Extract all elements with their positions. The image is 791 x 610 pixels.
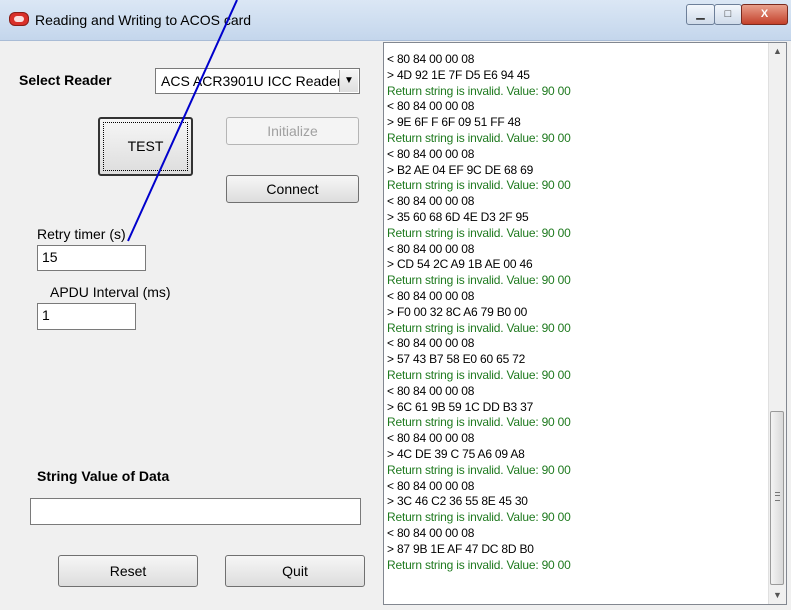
log-response-line: > 9E 6F F 6F 09 51 FF 48	[387, 115, 521, 130]
log-response-line: > F0 00 32 8C A6 79 B0 00	[387, 304, 528, 319]
log-command-line: < 80 84 00 00 08	[387, 383, 475, 398]
log-response-line: > CD 54 2C A9 1B AE 00 46	[387, 257, 533, 272]
quit-button[interactable]: Quit	[225, 555, 365, 587]
log-command-line: < 80 84 00 00 08	[387, 99, 475, 114]
maximize-button[interactable]: □	[714, 4, 742, 25]
dropdown-arrow-icon[interactable]: ▼	[339, 70, 358, 92]
log-command-line: < 80 84 00 00 08	[387, 146, 475, 161]
initialize-button[interactable]: Initialize	[226, 117, 359, 145]
log-response-line: > B2 AE 04 EF 9C DE 68 69	[387, 162, 534, 177]
log-message-line: Return string is invalid. Value: 90 00	[387, 462, 571, 477]
apdu-interval-input[interactable]: 1	[37, 303, 136, 330]
log-message-line: Return string is invalid. Value: 90 00	[387, 83, 571, 98]
scroll-up-arrow-icon[interactable]: ▲	[769, 43, 786, 60]
log-message-line: Return string is invalid. Value: 90 00	[387, 225, 571, 240]
log-command-line: < 80 84 00 00 08	[387, 241, 475, 256]
log-message-line: Return string is invalid. Value: 90 00	[387, 273, 571, 288]
log-response-line: > 57 43 B7 58 E0 60 65 72	[387, 352, 526, 367]
retry-timer-label: Retry timer (s)	[37, 226, 126, 242]
log-message-line: Return string is invalid. Value: 90 00	[387, 320, 571, 335]
log-command-line: < 80 84 00 00 08	[387, 478, 475, 493]
log-command-line: < 80 84 00 00 08	[387, 525, 475, 540]
log-command-line: < 80 84 00 00 08	[387, 52, 475, 66]
log-command-line: < 80 84 00 00 08	[387, 288, 475, 303]
scroll-down-arrow-icon[interactable]: ▼	[769, 587, 786, 604]
log-command-line: < 80 84 00 00 08	[387, 194, 475, 209]
app-icon	[9, 12, 29, 26]
grip-icon	[775, 492, 780, 501]
log-scrollbar[interactable]: ▲ ▼	[768, 43, 786, 604]
reader-select-value: ACS ACR3901U ICC Reader	[161, 73, 339, 89]
select-reader-label: Select Reader	[19, 72, 112, 88]
connect-button[interactable]: Connect	[226, 175, 359, 203]
log-response-line: > 6C 61 9B 59 1C DD B3 37	[387, 399, 534, 414]
title-bar: Reading and Writing to ACOS card ▁ □ X	[0, 0, 791, 41]
log-command-line: < 80 84 00 00 08	[387, 431, 475, 446]
log-message-line: Return string is invalid. Value: 90 00	[387, 510, 571, 525]
string-value-label: String Value of Data	[37, 468, 170, 484]
log-message-line: Return string is invalid. Value: 90 00	[387, 178, 571, 193]
log-command-line: < 80 84 00 00 08	[387, 336, 475, 351]
test-button[interactable]: TEST	[98, 117, 193, 176]
log-response-line: > 3C 46 C2 36 55 8E 45 30	[387, 494, 528, 509]
close-button[interactable]: X	[741, 4, 788, 25]
string-value-field[interactable]	[30, 498, 361, 525]
minimize-button[interactable]: ▁	[686, 4, 715, 25]
apdu-interval-label: APDU Interval (ms)	[50, 284, 171, 300]
reader-select[interactable]: ACS ACR3901U ICC Reader ▼	[155, 68, 360, 94]
apdu-log-list[interactable]: < 80 84 00 00 08 > 4D 92 1E 7F D5 E6 94 4…	[383, 42, 787, 605]
log-lines: < 80 84 00 00 08 > 4D 92 1E 7F D5 E6 94 4…	[387, 52, 767, 573]
log-response-line: > 4D 92 1E 7F D5 E6 94 45	[387, 67, 530, 82]
log-message-line: Return string is invalid. Value: 90 00	[387, 557, 571, 572]
log-message-line: Return string is invalid. Value: 90 00	[387, 367, 571, 382]
scroll-thumb[interactable]	[770, 411, 784, 585]
log-response-line: > 35 60 68 6D 4E D3 2F 95	[387, 209, 529, 224]
log-response-line: > 87 9B 1E AF 47 DC 8D B0	[387, 541, 534, 556]
log-message-line: Return string is invalid. Value: 90 00	[387, 130, 571, 145]
window-title: Reading and Writing to ACOS card	[35, 12, 252, 28]
focus-rectangle	[103, 122, 188, 171]
log-response-line: > 4C DE 39 C 75 A6 09 A8	[387, 446, 525, 461]
retry-timer-input[interactable]: 15	[37, 245, 146, 271]
log-message-line: Return string is invalid. Value: 90 00	[387, 415, 571, 430]
reset-button[interactable]: Reset	[58, 555, 198, 587]
